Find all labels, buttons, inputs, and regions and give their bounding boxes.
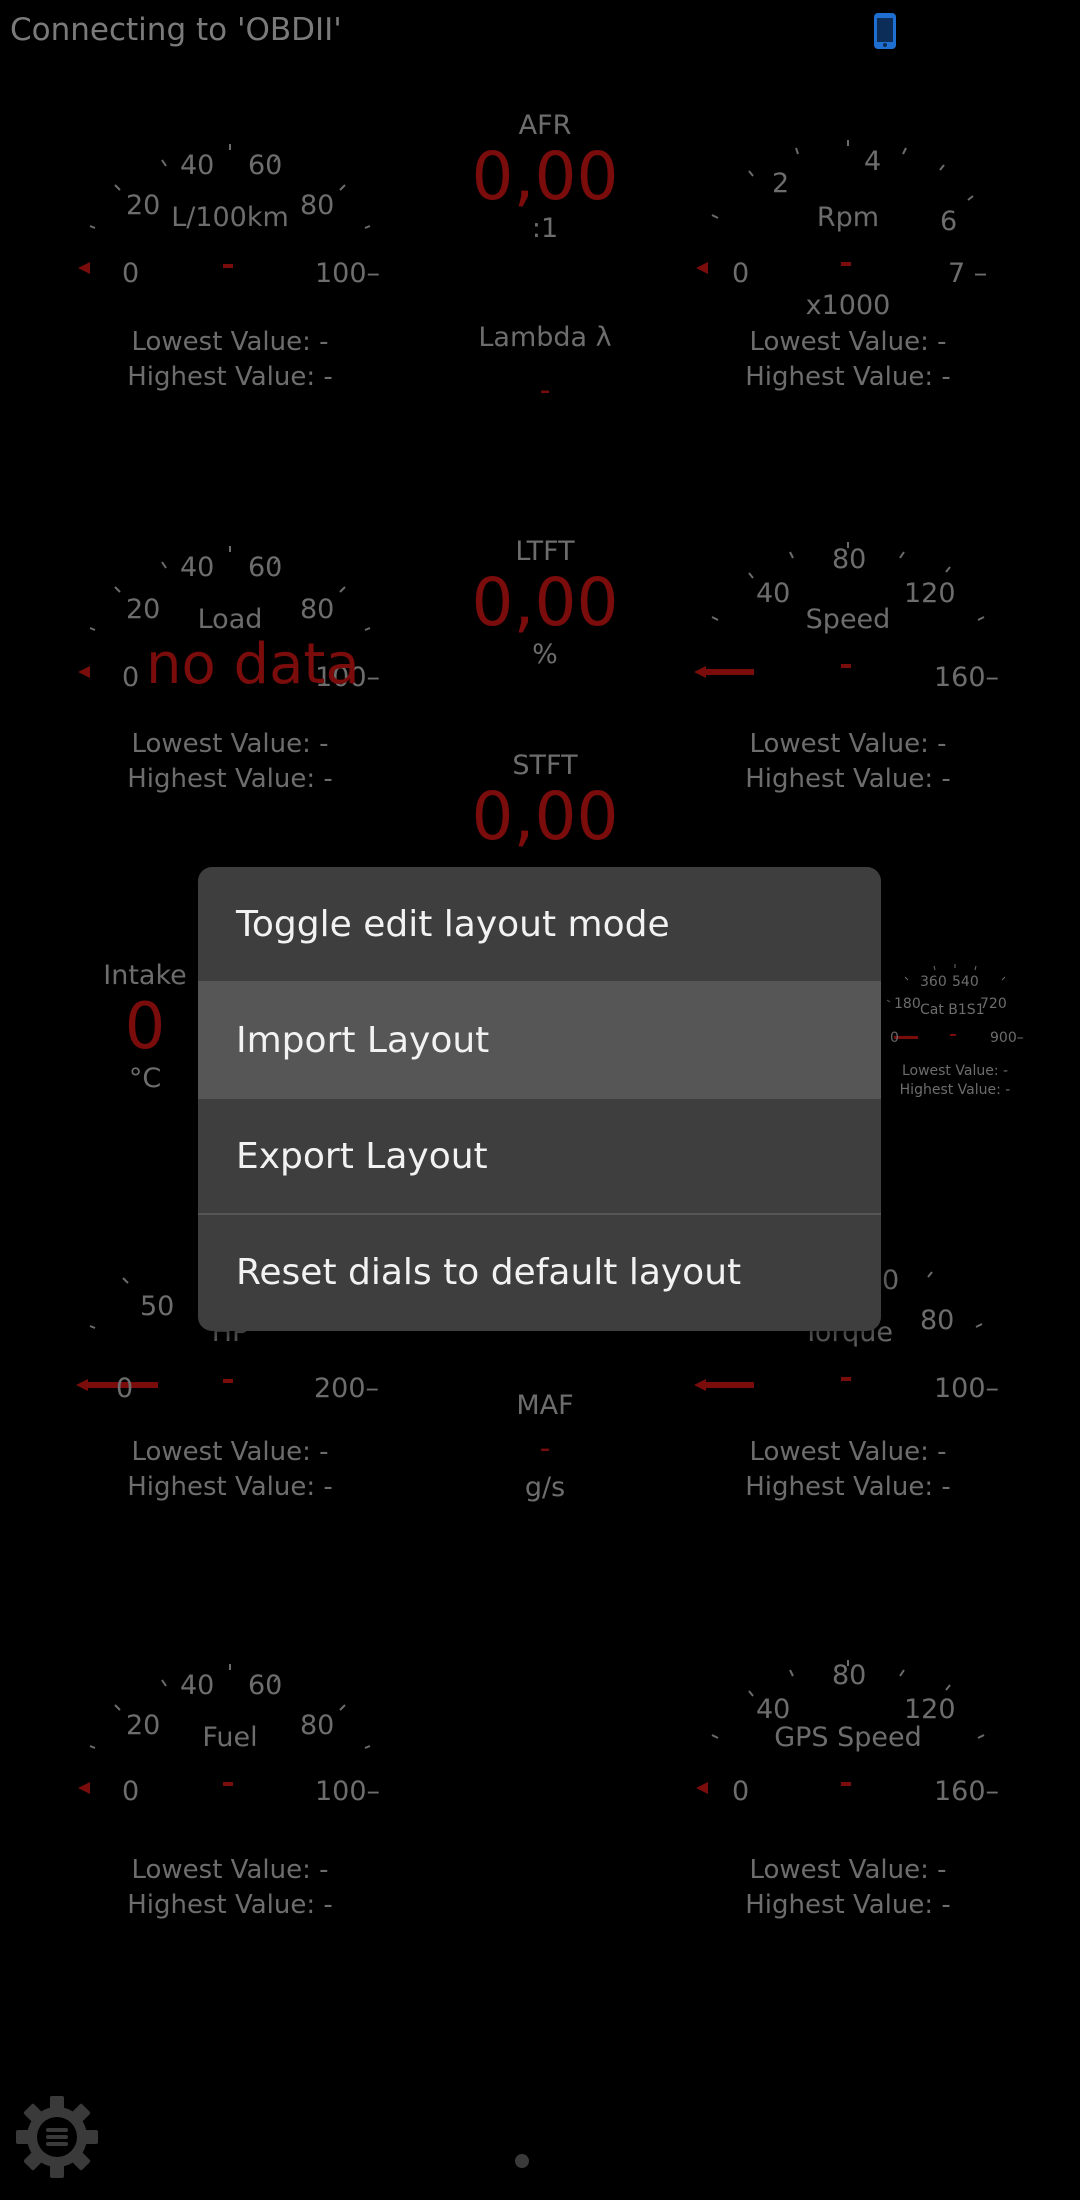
tick-label: 100– bbox=[934, 1373, 1000, 1404]
speed-gauge[interactable]: 40 80 120 160– Speed Lowest Value: - Hig… bbox=[678, 522, 1018, 842]
lowest-value: Lowest Value: - bbox=[749, 1855, 947, 1885]
intake-title: Intake bbox=[103, 960, 187, 991]
lowest-value: Lowest Value: - bbox=[749, 327, 947, 357]
highest-value: Highest Value: - bbox=[745, 1890, 951, 1920]
tick-label: 0 bbox=[122, 258, 140, 289]
layout-options-menu: Toggle edit layout mode Import Layout Ex… bbox=[198, 867, 881, 1331]
lowest-value: Lowest Value: - bbox=[749, 729, 947, 759]
highest-value: Highest Value: - bbox=[127, 362, 333, 392]
tick-label: 7 – bbox=[948, 258, 988, 289]
fuel-consumption-gauge[interactable]: 0 20 40 60 80 100– L/100km Lowest Value:… bbox=[60, 120, 400, 440]
gauge-title: Fuel bbox=[202, 1722, 258, 1753]
tick-label: 0 bbox=[890, 1030, 899, 1046]
page-indicator-dot bbox=[515, 2154, 529, 2168]
fuel-level-gauge[interactable]: 0 20 40 60 80 100– Fuel Lowest Value: - … bbox=[60, 1640, 400, 1960]
rpm-gauge[interactable]: 0 2 4 6 7 – Rpm x1000 Lowest Value: - Hi… bbox=[678, 120, 1018, 440]
connection-status: Connecting to 'OBDII' bbox=[10, 12, 342, 48]
tick-label: 0 bbox=[732, 1776, 750, 1807]
stft-title: STFT bbox=[512, 750, 578, 781]
highest-value: Highest Value: - bbox=[745, 764, 951, 794]
highest-value: Highest Value: - bbox=[899, 1082, 1011, 1098]
menu-item-reset-dials[interactable]: Reset dials to default layout bbox=[198, 1215, 881, 1331]
menu-item-import-layout[interactable]: Import Layout bbox=[198, 983, 881, 1099]
tick-label: 80 bbox=[832, 544, 867, 575]
stft-value: 0,00 bbox=[471, 778, 619, 855]
tick-label: 2 bbox=[772, 168, 790, 199]
lambda-value: - bbox=[539, 373, 551, 408]
lambda-title: Lambda λ bbox=[478, 322, 612, 353]
lowest-value: Lowest Value: - bbox=[749, 1437, 947, 1467]
highest-value: Highest Value: - bbox=[127, 764, 333, 794]
tick-label: 40 bbox=[180, 552, 215, 583]
tick-label: 160– bbox=[934, 662, 1000, 693]
tick-label: 0 bbox=[732, 258, 750, 289]
intake-unit: °C bbox=[128, 1063, 162, 1094]
gauge-title: L/100km bbox=[171, 202, 289, 233]
no-data-label: no data bbox=[146, 632, 360, 697]
ltft-title: LTFT bbox=[515, 536, 575, 567]
lowest-value: Lowest Value: - bbox=[131, 729, 329, 759]
tick-label: 40 bbox=[756, 1694, 791, 1725]
highest-value: Highest Value: - bbox=[745, 362, 951, 392]
lowest-value: Lowest Value: - bbox=[131, 327, 329, 357]
tick-label: 200– bbox=[314, 1373, 380, 1404]
tick-label: 160– bbox=[934, 1776, 1000, 1807]
lambda-readout[interactable]: Lambda λ - bbox=[420, 322, 670, 408]
lowest-value: Lowest Value: - bbox=[131, 1437, 329, 1467]
tick-label: 60 bbox=[248, 1670, 283, 1701]
tick-label: 40 bbox=[180, 150, 215, 181]
maf-value: - bbox=[539, 1431, 551, 1466]
gauge-title: Speed bbox=[805, 604, 891, 635]
menu-item-toggle-edit-layout[interactable]: Toggle edit layout mode bbox=[198, 867, 881, 983]
highest-value: Highest Value: - bbox=[127, 1890, 333, 1920]
tick-label: 180 bbox=[894, 996, 921, 1012]
gear-icon bbox=[16, 2096, 98, 2178]
maf-title: MAF bbox=[516, 1390, 574, 1421]
tick-label: 360 bbox=[920, 974, 947, 990]
tick-label: 60 bbox=[248, 552, 283, 583]
tick-label: 120 bbox=[904, 1694, 956, 1725]
highest-value: Highest Value: - bbox=[745, 1472, 951, 1502]
phone-icon bbox=[872, 12, 898, 50]
tick-label: 100– bbox=[315, 1776, 381, 1807]
ltft-unit: % bbox=[532, 639, 558, 670]
tick-label: 100– bbox=[315, 258, 381, 289]
menu-item-export-layout[interactable]: Export Layout bbox=[198, 1099, 881, 1215]
afr-unit: :1 bbox=[531, 213, 559, 244]
tick-label: 900– bbox=[990, 1030, 1024, 1046]
tick-label: 80 bbox=[832, 1660, 867, 1691]
maf-readout[interactable]: MAF - g/s bbox=[420, 1390, 670, 1503]
highest-value: Highest Value: - bbox=[127, 1472, 333, 1502]
maf-unit: g/s bbox=[524, 1472, 566, 1503]
afr-title: AFR bbox=[518, 110, 572, 141]
gauge-title: Load bbox=[197, 604, 263, 635]
tick-label: 60 bbox=[248, 150, 283, 181]
intake-readout[interactable]: Intake 0 °C bbox=[80, 960, 210, 1094]
tick-label: 0 bbox=[116, 1373, 134, 1404]
gps-speed-gauge[interactable]: 0 40 80 120 160– GPS Speed Lowest Value:… bbox=[678, 1640, 1018, 1960]
settings-button[interactable] bbox=[14, 2094, 100, 2180]
ltft-readout[interactable]: LTFT 0,00 % bbox=[420, 536, 670, 670]
gauge-title: Rpm bbox=[816, 202, 880, 233]
afr-readout[interactable]: AFR 0,00 :1 bbox=[420, 110, 670, 244]
gauge-multiplier: x1000 bbox=[805, 290, 891, 321]
gauge-title: Cat B1S1 bbox=[920, 1002, 985, 1018]
tick-label: 0 bbox=[882, 1265, 900, 1296]
tick-label: 4 bbox=[864, 146, 882, 177]
stft-readout[interactable]: STFT 0,00 bbox=[420, 750, 670, 853]
ltft-value: 0,00 bbox=[471, 564, 619, 641]
cat-temp-gauge[interactable]: 0 180 360 540 720 900– Cat B1S1 Lowest V… bbox=[880, 962, 1030, 1102]
tick-label: 0 bbox=[122, 662, 140, 693]
tick-label: 0 bbox=[122, 1776, 140, 1807]
lowest-value: Lowest Value: - bbox=[131, 1855, 329, 1885]
afr-value: 0,00 bbox=[471, 138, 619, 215]
tick-label: 540 bbox=[952, 974, 979, 990]
intake-value: 0 bbox=[124, 990, 166, 1064]
load-gauge[interactable]: 0 20 40 60 80 100– Load no data Lowest V… bbox=[60, 522, 400, 842]
lowest-value: Lowest Value: - bbox=[901, 1063, 1009, 1079]
gauge-title: GPS Speed bbox=[774, 1722, 922, 1753]
tick-label: 40 bbox=[180, 1670, 215, 1701]
